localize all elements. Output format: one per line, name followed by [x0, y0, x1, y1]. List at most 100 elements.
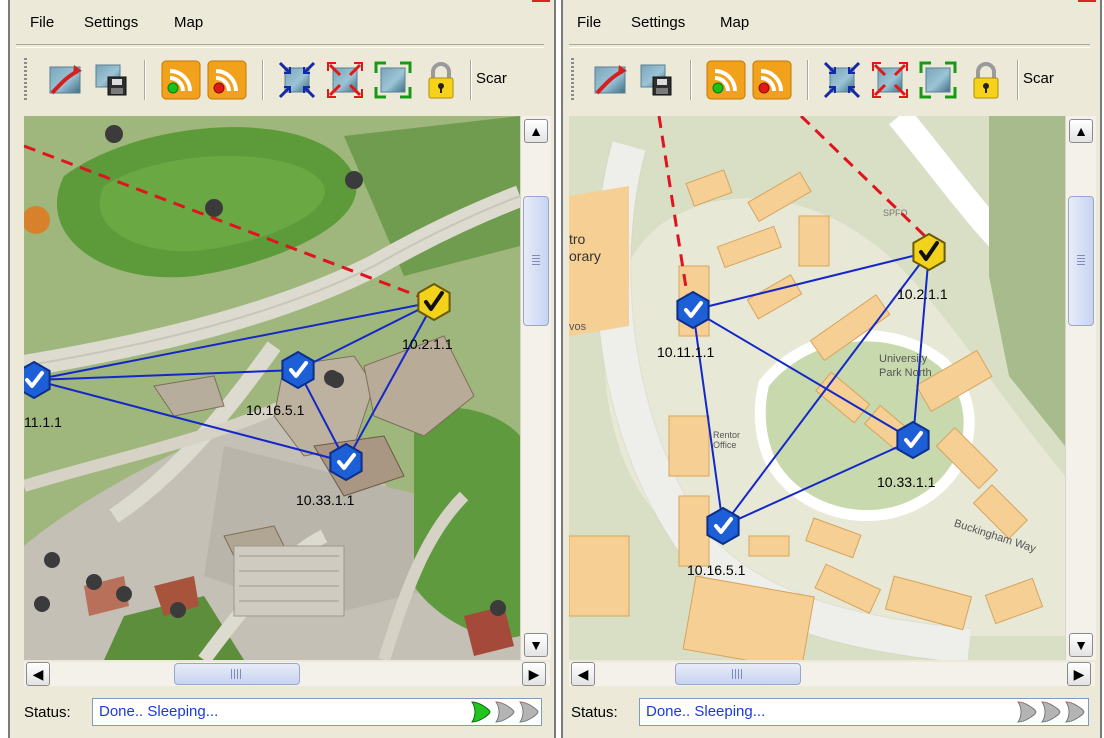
node-icon[interactable]	[675, 290, 711, 330]
activity-indicator	[1017, 701, 1085, 723]
expand-map-icon	[869, 59, 911, 101]
expand-map-button[interactable]	[324, 59, 366, 101]
network-overlay	[657, 116, 947, 546]
link	[692, 251, 930, 311]
lock-icon	[965, 59, 1007, 101]
scan-button[interactable]: Scar	[1023, 70, 1054, 87]
node-icon[interactable]	[24, 360, 52, 400]
shrink-map-button[interactable]	[276, 59, 318, 101]
map-view[interactable]: tro orary vos University Park North Rent…	[569, 116, 1065, 660]
fit-map-button[interactable]	[372, 59, 414, 101]
start-scan-button[interactable]	[705, 59, 747, 101]
node-icon[interactable]	[328, 442, 364, 482]
wifi-red-icon	[206, 59, 248, 101]
toolbar-separator	[470, 60, 472, 100]
scroll-down-button[interactable]: ▼	[524, 633, 548, 657]
wifi-green-icon	[160, 59, 202, 101]
menu-settings[interactable]: Settings	[84, 14, 138, 31]
horizontal-scrollbar[interactable]: ◀ ▶	[24, 662, 550, 686]
fit-map-icon	[372, 59, 414, 101]
menu-file[interactable]: File	[30, 14, 54, 31]
gateway-node-icon[interactable]	[911, 232, 947, 272]
vertical-scrollbar[interactable]: ▲ ▼	[520, 116, 551, 660]
window-edge-marker	[532, 0, 550, 2]
node-label: 10.2.1.1	[897, 286, 948, 302]
scroll-right-button[interactable]: ▶	[522, 662, 546, 686]
horizontal-scroll-thumb[interactable]	[174, 663, 300, 685]
toolbar-separator	[144, 60, 146, 100]
stop-scan-button[interactable]	[751, 59, 793, 101]
scan-button[interactable]: Scar	[476, 70, 507, 87]
load-map-button[interactable]	[44, 59, 86, 101]
node-label: 11.1.1	[24, 414, 62, 430]
vertical-scrollbar[interactable]: ▲ ▼	[1065, 116, 1096, 660]
start-scan-button[interactable]	[160, 59, 202, 101]
menu-map[interactable]: Map	[720, 14, 749, 31]
shrink-map-icon	[276, 59, 318, 101]
scroll-left-button[interactable]: ◀	[26, 662, 50, 686]
link	[33, 301, 435, 381]
toolbar-grip[interactable]	[571, 58, 574, 100]
status-bar: Status: Done.. Sleeping...	[10, 694, 554, 730]
menu-divider	[569, 44, 1090, 48]
save-map-icon	[90, 59, 132, 101]
scroll-right-button[interactable]: ▶	[1067, 662, 1091, 686]
save-map-button[interactable]	[90, 59, 132, 101]
shrink-map-button[interactable]	[821, 59, 863, 101]
scroll-left-button[interactable]: ◀	[571, 662, 595, 686]
menu-file[interactable]: File	[577, 14, 601, 31]
scroll-down-button[interactable]: ▼	[1069, 633, 1093, 657]
horizontal-scrollbar[interactable]: ◀ ▶	[569, 662, 1095, 686]
vertical-scroll-thumb[interactable]	[1068, 196, 1094, 326]
window-edge-marker	[1078, 0, 1096, 2]
node-icon[interactable]	[895, 420, 931, 460]
status-label: Status:	[24, 704, 71, 721]
toolbar-separator	[690, 60, 692, 100]
toolbar-separator	[807, 60, 809, 100]
node-label: 10.33.1.1	[296, 492, 355, 508]
wan-link	[24, 144, 435, 304]
wifi-red-icon	[751, 59, 793, 101]
expand-map-button[interactable]	[869, 59, 911, 101]
lock-map-button[interactable]	[420, 59, 462, 101]
toolbar-separator	[262, 60, 264, 100]
link	[345, 301, 435, 463]
node-label: 10.16.5.1	[246, 402, 305, 418]
menu-map[interactable]: Map	[174, 14, 203, 31]
activity-indicator	[471, 701, 539, 723]
node-label: 10.11.1.1	[657, 344, 715, 360]
left-monitor-window: File Settings Map Scar 10.2.1.1 11.1.1 1…	[8, 0, 556, 738]
scroll-up-button[interactable]: ▲	[524, 119, 548, 143]
scroll-up-button[interactable]: ▲	[1069, 119, 1093, 143]
expand-map-icon	[324, 59, 366, 101]
node-label: 10.16.5.1	[687, 562, 746, 578]
shrink-map-icon	[821, 59, 863, 101]
toolbar: Scar	[10, 50, 554, 110]
toolbar-grip[interactable]	[24, 58, 27, 100]
map-arrow-icon	[44, 59, 86, 101]
node-label: 10.2.1.1	[402, 336, 453, 352]
fit-map-button[interactable]	[917, 59, 959, 101]
stop-scan-button[interactable]	[206, 59, 248, 101]
save-map-button[interactable]	[635, 59, 677, 101]
link	[33, 379, 347, 463]
node-label: 10.33.1.1	[877, 474, 936, 490]
horizontal-scroll-thumb[interactable]	[675, 663, 801, 685]
menu-divider	[16, 44, 544, 48]
lock-map-button[interactable]	[965, 59, 1007, 101]
vertical-scroll-thumb[interactable]	[523, 196, 549, 326]
gateway-node-icon[interactable]	[416, 282, 452, 322]
link	[912, 251, 930, 441]
toolbar: Scar	[563, 50, 1100, 110]
wan-link	[657, 116, 689, 295]
load-map-button[interactable]	[589, 59, 631, 101]
link	[692, 309, 724, 527]
node-icon[interactable]	[280, 350, 316, 390]
status-label: Status:	[571, 704, 618, 721]
menu-settings[interactable]: Settings	[631, 14, 685, 31]
toolbar-separator	[1017, 60, 1019, 100]
map-arrow-icon	[589, 59, 631, 101]
map-view[interactable]: 10.2.1.1 11.1.1 10.16.5.1 10.33.1.1	[24, 116, 520, 660]
node-icon[interactable]	[705, 506, 741, 546]
fit-map-icon	[917, 59, 959, 101]
